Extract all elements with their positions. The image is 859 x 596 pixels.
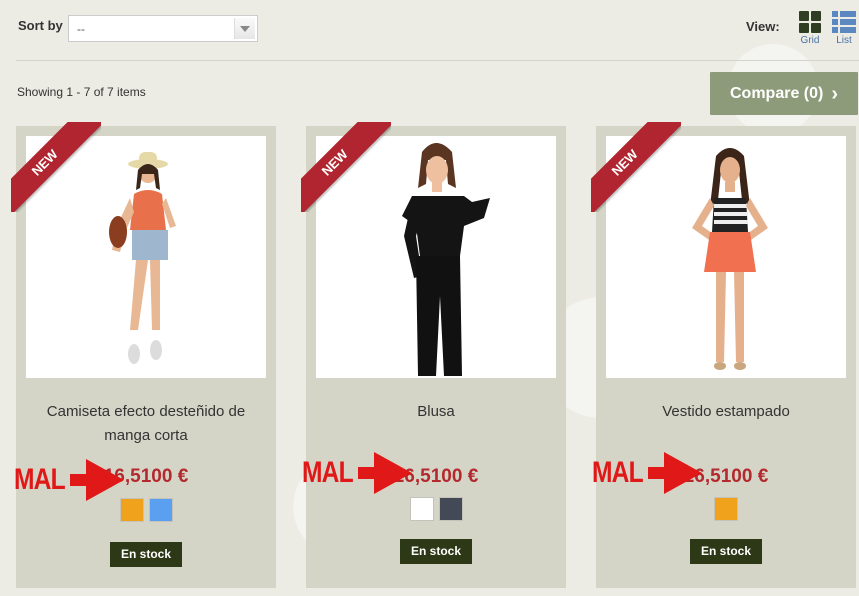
compare-button[interactable]: Compare (0) › bbox=[710, 72, 858, 115]
color-swatch-white[interactable] bbox=[409, 497, 434, 521]
compare-label: Compare (0) bbox=[729, 84, 824, 102]
stock-badge[interactable]: En stock bbox=[690, 539, 762, 564]
color-swatch-blue[interactable] bbox=[148, 498, 173, 522]
grid-view-label: Grid bbox=[800, 35, 820, 46]
annotation-mal: MAL bbox=[14, 459, 124, 501]
annotation-mal: MAL bbox=[592, 452, 702, 494]
annotation-text: MAL bbox=[14, 463, 66, 496]
arrow-right-icon bbox=[85, 459, 124, 501]
toolbar: Sort by -- View: Grid List bbox=[0, 0, 859, 60]
new-badge: NEW bbox=[301, 122, 391, 212]
annotation-text: MAL bbox=[302, 456, 354, 489]
new-badge: NEW bbox=[591, 122, 681, 212]
product-name[interactable]: Blusa bbox=[316, 400, 556, 424]
list-view-label: List bbox=[836, 35, 852, 46]
color-swatch-orange[interactable] bbox=[119, 498, 144, 522]
new-ribbon: NEW bbox=[301, 122, 391, 212]
product-name[interactable]: Camiseta efecto desteñido de manga corta bbox=[26, 400, 266, 448]
product-name[interactable]: Vestido estampado bbox=[606, 400, 846, 424]
new-ribbon: NEW bbox=[11, 122, 101, 212]
arrow-right-icon bbox=[373, 452, 412, 494]
list-icon bbox=[832, 11, 856, 33]
product-card[interactable]: NEW Camiseta efecto desteñido de manga c… bbox=[11, 122, 276, 588]
color-swatch-charcoal[interactable] bbox=[438, 497, 463, 521]
color-swatches bbox=[306, 497, 566, 521]
results-count: Showing 1 - 7 of 7 items bbox=[17, 85, 146, 99]
product-card[interactable]: NEW Vestido estampado 26,5100 € En stock bbox=[591, 122, 856, 588]
chevron-down-icon bbox=[234, 18, 255, 39]
new-badge: NEW bbox=[11, 122, 101, 212]
color-swatches bbox=[16, 498, 276, 522]
new-ribbon: NEW bbox=[591, 122, 681, 212]
sort-select-value: -- bbox=[77, 22, 85, 36]
product-card[interactable]: NEW Blusa 26,5100 € En stock bbox=[301, 122, 566, 588]
grid-icon bbox=[799, 11, 821, 33]
view-label: View: bbox=[746, 19, 780, 34]
annotation-text: MAL bbox=[592, 456, 644, 489]
list-view-button[interactable]: List bbox=[829, 11, 859, 51]
annotation-mal: MAL bbox=[302, 452, 412, 494]
sort-select[interactable]: -- bbox=[68, 15, 258, 42]
stock-badge[interactable]: En stock bbox=[400, 539, 472, 564]
arrow-right-icon bbox=[663, 452, 702, 494]
color-swatches bbox=[596, 497, 856, 521]
stock-badge[interactable]: En stock bbox=[110, 542, 182, 567]
sort-label: Sort by bbox=[18, 18, 63, 33]
toolbar-divider bbox=[16, 60, 859, 61]
color-swatch-orange[interactable] bbox=[714, 497, 738, 521]
chevron-right-icon: › bbox=[831, 82, 839, 105]
grid-view-button[interactable]: Grid bbox=[795, 11, 825, 51]
